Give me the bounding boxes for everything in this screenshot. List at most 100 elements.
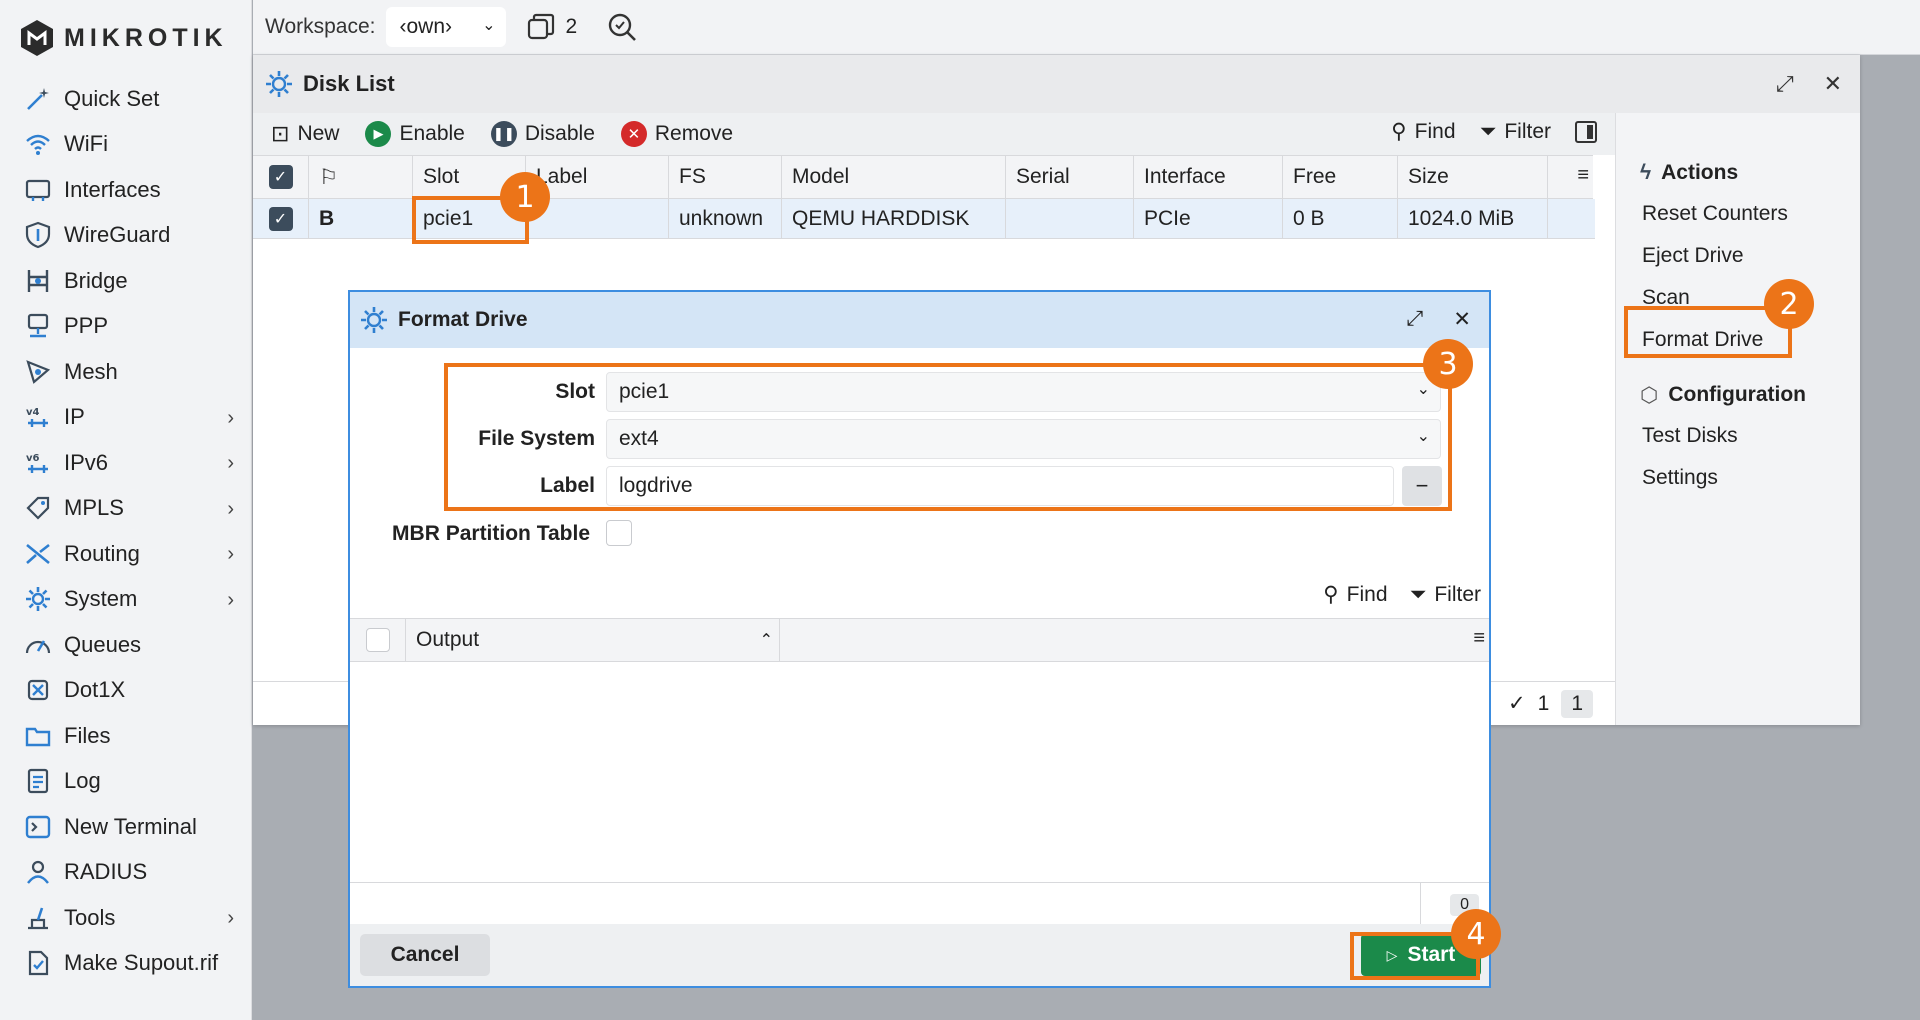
- wifi-icon: [22, 128, 54, 160]
- cancel-button[interactable]: Cancel: [360, 934, 490, 976]
- shield-icon: [22, 219, 54, 251]
- find-button[interactable]: ⚲ Find: [1323, 582, 1387, 607]
- sidebar-item-label: Bridge: [64, 267, 128, 293]
- disable-button[interactable]: ❚❚ Disable: [490, 121, 595, 147]
- play-icon: ▶: [365, 121, 392, 147]
- mesh-icon: [22, 356, 54, 388]
- slot-value: pcie1: [619, 380, 670, 403]
- sidebar-item-tools[interactable]: Tools ›: [0, 895, 252, 941]
- row-checkbox[interactable]: ✓: [253, 199, 309, 238]
- sidebar-item-log[interactable]: Log: [0, 759, 252, 805]
- col-model[interactable]: Model: [782, 156, 1006, 198]
- remove-field-button[interactable]: −: [1402, 466, 1442, 506]
- col-serial[interactable]: Serial: [1006, 156, 1134, 198]
- sidebar-item-wifi[interactable]: WiFi: [0, 122, 252, 168]
- action-reset-counters[interactable]: Reset Counters: [1616, 193, 1860, 235]
- output-select-all-checkbox[interactable]: [350, 619, 406, 661]
- row-flag: B: [309, 199, 413, 238]
- row-size: 1024.0 MiB: [1398, 199, 1548, 238]
- maximize-icon[interactable]: ⤢: [1776, 71, 1794, 97]
- sidebar-item-radius[interactable]: RADIUS: [0, 850, 252, 896]
- col-interface[interactable]: Interface: [1134, 156, 1283, 198]
- sidebar: MIKROTIK Quick Set WiFi Interfaces WireGuar…: [0, 0, 252, 1020]
- sidebar-item-label: System: [64, 586, 138, 612]
- action-test-disks[interactable]: Test Disks: [1616, 415, 1860, 457]
- sidebar-item-interfaces[interactable]: Interfaces: [0, 167, 252, 213]
- column-menu-icon[interactable]: ≡: [1473, 627, 1485, 650]
- svg-text:v6: v6: [26, 453, 40, 464]
- log-icon: [22, 765, 54, 797]
- sidebar-item-make-supout-rif[interactable]: Make Supout.rif: [0, 941, 252, 987]
- col-size[interactable]: Size: [1398, 156, 1548, 198]
- sidebar-item-mpls[interactable]: MPLS ›: [0, 486, 252, 532]
- filter-button[interactable]: ⏷ Filter: [1480, 120, 1551, 144]
- dialog-title: Format Drive: [398, 308, 528, 331]
- sidebar-item-wireguard[interactable]: WireGuard: [0, 213, 252, 259]
- sidebar-item-label: Tools: [64, 904, 116, 930]
- sidebar-item-label: New Terminal: [64, 813, 197, 839]
- col-fs[interactable]: FS: [669, 156, 782, 198]
- configuration-heading: ⬡ Configuration: [1616, 375, 1860, 415]
- select-all-checkbox[interactable]: ✓: [253, 156, 309, 198]
- workspace-select[interactable]: ‹own› ⌄: [385, 7, 506, 47]
- sidebar-item-bridge[interactable]: Bridge: [0, 258, 252, 304]
- tag-icon: [22, 492, 54, 524]
- new-button[interactable]: ⊡ New: [271, 121, 339, 147]
- sidebar-item-dot1x[interactable]: Dot1X: [0, 668, 252, 714]
- column-menu-icon[interactable]: ≡: [1577, 164, 1589, 187]
- table-row[interactable]: ✓ B pcie1 unknown QEMU HARDDISK PCIe 0 B…: [253, 199, 1595, 239]
- search-icon[interactable]: [607, 12, 637, 42]
- action-format-drive[interactable]: Format Drive: [1616, 319, 1860, 361]
- actions-heading-label: Actions: [1661, 161, 1739, 184]
- tools-icon: [22, 902, 54, 934]
- sidebar-item-ip[interactable]: v4 IP ›: [0, 395, 252, 441]
- selected-count: 1: [1537, 691, 1550, 715]
- slot-row: Slot pcie1 ⌄: [350, 372, 1489, 412]
- sidebar-item-label: MPLS: [64, 495, 124, 521]
- action-scan[interactable]: Scan: [1616, 277, 1860, 319]
- maximize-icon[interactable]: ⤢: [1407, 307, 1424, 332]
- svg-text:v4: v4: [26, 407, 40, 418]
- label-input[interactable]: logdrive: [606, 466, 1394, 506]
- filter-icon: ⏷: [1479, 119, 1497, 143]
- sidebar-item-label: WireGuard: [64, 222, 171, 248]
- sidebar-item-ppp[interactable]: PPP: [0, 304, 252, 350]
- col-free[interactable]: Free: [1283, 156, 1398, 198]
- sidebar-item-queues[interactable]: Queues: [0, 622, 252, 668]
- sidebar-item-quick-set[interactable]: Quick Set: [0, 76, 252, 122]
- close-icon[interactable]: ✕: [1824, 71, 1842, 97]
- sidebar-item-new-terminal[interactable]: New Terminal: [0, 804, 252, 850]
- disk-list-toolbar: ⊡ New ▶ Enable ❚❚ Disable ✕ Remove ⚲ Fin…: [253, 113, 1615, 155]
- window-count-button[interactable]: 2: [526, 12, 577, 42]
- filter-button[interactable]: ⏷ Filter: [1410, 583, 1481, 607]
- file-system-row: File System ext4 ⌄: [350, 419, 1489, 459]
- filter-icon: ⏷: [1409, 582, 1427, 606]
- dot1x-icon: [22, 674, 54, 706]
- window-title: Disk List: [303, 71, 395, 96]
- sidebar-item-mesh[interactable]: Mesh: [0, 349, 252, 395]
- sidebar-item-ipv6[interactable]: v6 IPv6 ›: [0, 440, 252, 486]
- enable-button[interactable]: ▶ Enable: [365, 121, 465, 147]
- mbr-checkbox[interactable]: [606, 520, 632, 546]
- wand-icon: [22, 83, 54, 115]
- action-settings[interactable]: Settings: [1616, 457, 1860, 499]
- disk-table: ✓ ⚐ Slot Label FS Model Serial Interface…: [253, 155, 1595, 239]
- action-eject-drive[interactable]: Eject Drive: [1616, 235, 1860, 277]
- sidebar-item-system[interactable]: System ›: [0, 577, 252, 623]
- col-output[interactable]: Output ⌃: [406, 619, 780, 661]
- filter-label: Filter: [1434, 582, 1481, 606]
- remove-button[interactable]: ✕ Remove: [620, 121, 733, 147]
- close-icon[interactable]: ✕: [1453, 307, 1471, 332]
- sort-asc-icon: ⌃: [759, 632, 773, 649]
- sidebar-item-files[interactable]: Files: [0, 713, 252, 759]
- sidebar-item-routing[interactable]: Routing ›: [0, 531, 252, 577]
- row-fs: unknown: [669, 199, 782, 238]
- file-system-select[interactable]: ext4 ⌄: [606, 419, 1441, 459]
- slot-select[interactable]: pcie1 ⌄: [606, 372, 1441, 412]
- sidebar-item-label: Routing: [64, 540, 140, 566]
- ipv6-icon: v6: [22, 447, 54, 479]
- find-button[interactable]: ⚲ Find: [1391, 119, 1455, 144]
- panel-toggle-icon[interactable]: [1575, 120, 1597, 143]
- chevron-right-icon: ›: [227, 452, 234, 474]
- step-badge-1: 1: [500, 172, 550, 222]
